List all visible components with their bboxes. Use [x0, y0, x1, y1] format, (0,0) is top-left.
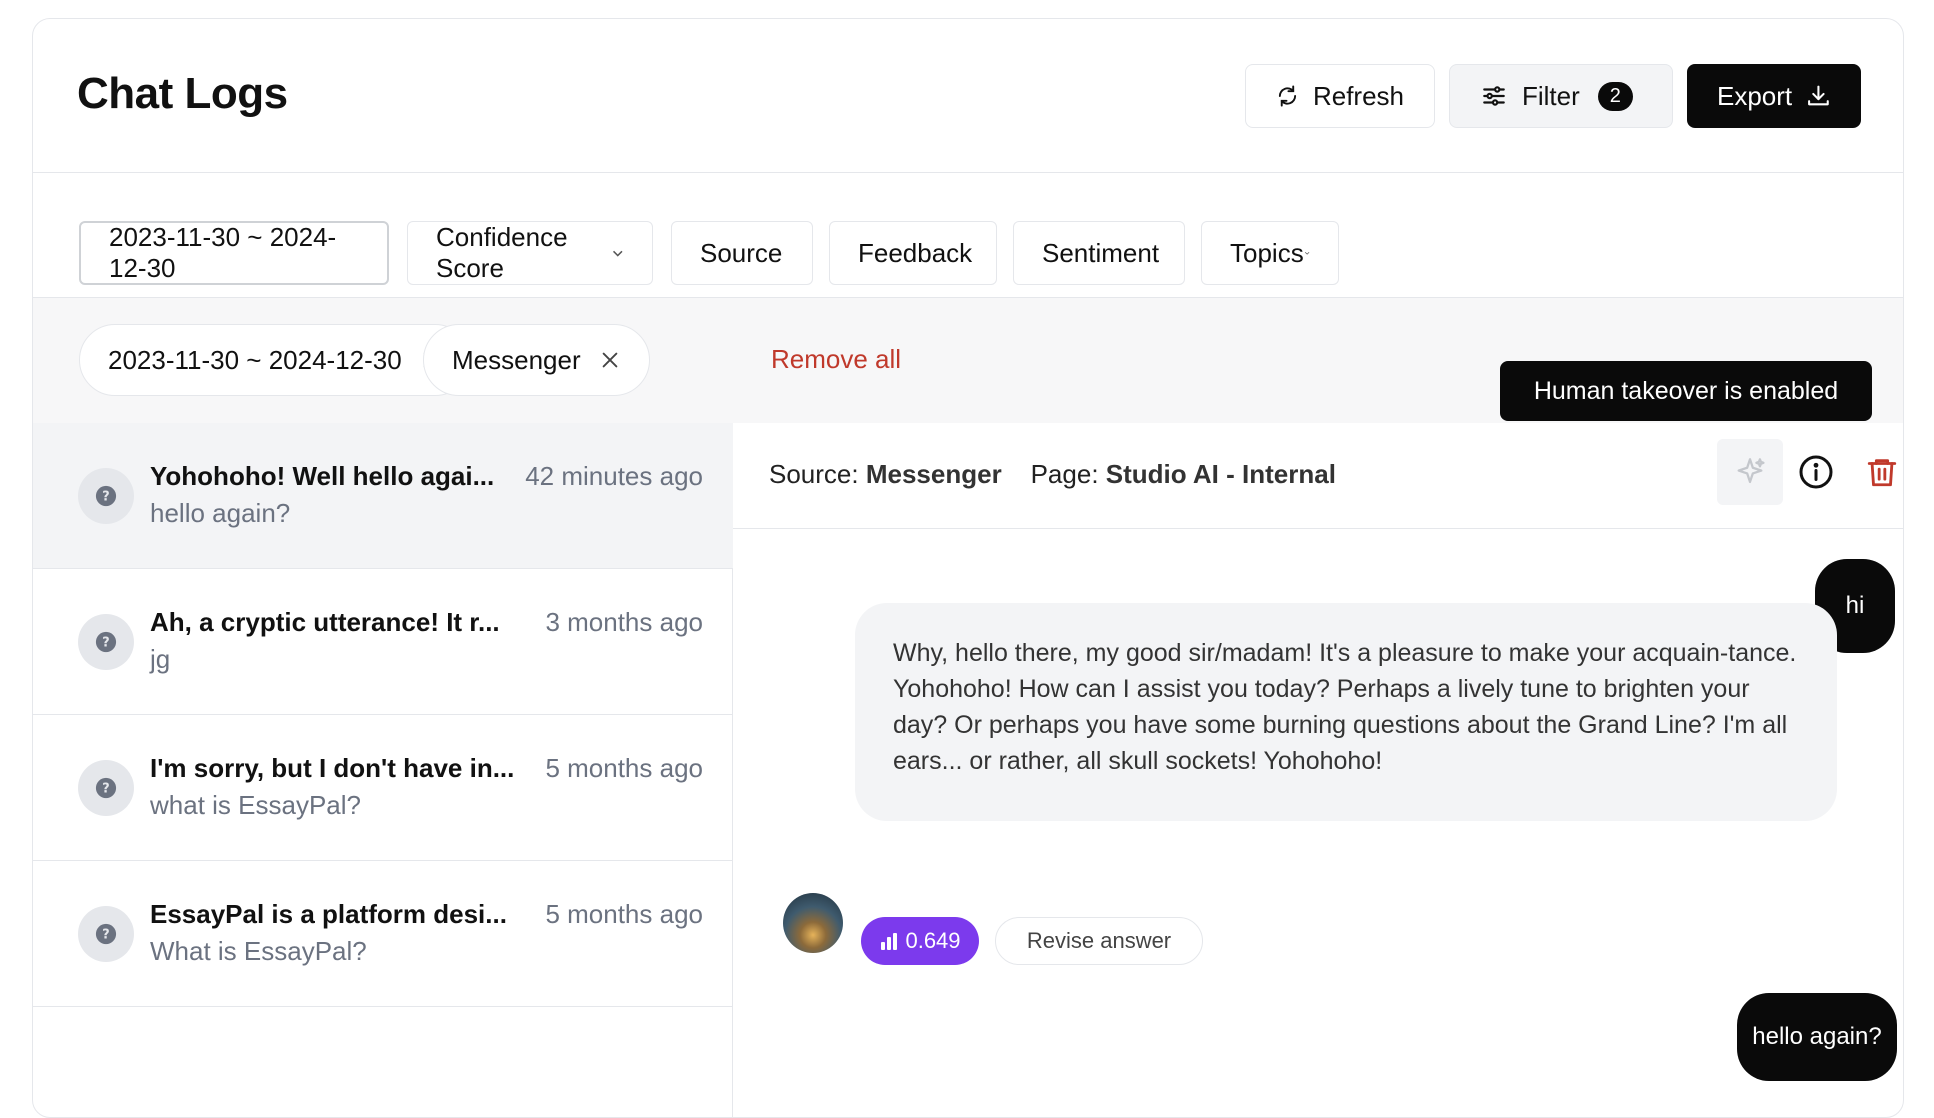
- filter-count-badge: 2: [1597, 81, 1633, 111]
- svg-text:?: ?: [102, 490, 109, 505]
- dropdown-label: Feedback: [858, 237, 973, 268]
- trash-icon: [1867, 459, 1897, 487]
- question-icon: ?: [78, 760, 134, 816]
- list-item[interactable]: ? Yohohoho! Well hello agai... 42 minute…: [33, 423, 733, 569]
- topics-dropdown[interactable]: Topics: [1201, 221, 1339, 285]
- sentiment-dropdown[interactable]: Sentiment: [1013, 221, 1185, 285]
- conversation-meta: Source: Messenger Page: Studio AI - Inte…: [769, 459, 1336, 490]
- chevron-down-icon: [612, 250, 623, 257]
- filter-button[interactable]: Filter 2: [1449, 64, 1673, 128]
- refresh-icon: [1278, 85, 1297, 107]
- feedback-dropdown[interactable]: Feedback: [829, 221, 997, 285]
- confidence-score-dropdown[interactable]: Confidence Score: [407, 221, 653, 285]
- close-icon[interactable]: [599, 349, 621, 371]
- question-icon: ?: [78, 468, 134, 524]
- page-title: Chat Logs: [77, 69, 288, 118]
- question-icon: ?: [78, 614, 134, 670]
- detail-header: Source: Messenger Page: Studio AI - Inte…: [733, 423, 1903, 529]
- page-label: Page:: [1030, 459, 1099, 489]
- human-takeover-tooltip: Human takeover is enabled: [1500, 361, 1872, 421]
- dropdown-label: Source: [700, 237, 783, 268]
- chip-label: Messenger: [452, 344, 581, 375]
- chat-logs-card: Chat Logs Refresh Filter 2 Export 2023-1…: [32, 18, 1904, 1118]
- download-icon: [1808, 85, 1829, 106]
- revise-answer-button[interactable]: Revise answer: [995, 917, 1203, 965]
- source-label: Source:: [769, 459, 859, 489]
- bar-chart-icon: [881, 933, 898, 950]
- remove-all-link[interactable]: Remove all: [771, 344, 901, 375]
- list-item[interactable]: ? I'm sorry, but I don't have in... 5 mo…: [33, 715, 733, 861]
- export-button[interactable]: Export: [1687, 64, 1861, 128]
- bot-message: Why, hello there, my good sir/madam! It'…: [855, 603, 1837, 821]
- export-label: Export: [1717, 80, 1793, 111]
- info-button[interactable]: [1783, 439, 1849, 505]
- log-title: Yohohoho! Well hello agai...: [150, 461, 495, 491]
- log-title: Ah, a cryptic utterance! It r...: [150, 607, 500, 637]
- chevron-down-icon: [782, 252, 784, 254]
- human-takeover-button[interactable]: [1717, 439, 1783, 505]
- log-preview: hello again?: [150, 498, 291, 528]
- chat-detail-panel: Source: Messenger Page: Studio AI - Inte…: [733, 423, 1903, 1117]
- filter-bar: 2023-11-30 ~ 2024-12-30 Confidence Score…: [33, 173, 1903, 298]
- date-range-input[interactable]: 2023-11-30 ~ 2024-12-30: [79, 221, 389, 285]
- filter-label: Filter: [1522, 80, 1580, 111]
- refresh-button[interactable]: Refresh: [1245, 64, 1435, 128]
- list-item[interactable]: ? EssayPal is a platform desi... 5 month…: [33, 861, 733, 1007]
- log-preview: jg: [150, 644, 171, 674]
- chevron-down-icon: [1304, 251, 1310, 255]
- filter-chip-date: 2023-11-30 ~ 2024-12-30: [79, 324, 471, 396]
- delete-button[interactable]: [1849, 439, 1903, 505]
- info-icon: [1799, 455, 1833, 489]
- log-time: 5 months ago: [545, 753, 703, 783]
- log-title: EssayPal is a platform desi...: [150, 899, 507, 929]
- page-value: Studio AI - Internal: [1105, 459, 1336, 489]
- sliders-icon: [1483, 86, 1505, 106]
- log-time: 5 months ago: [545, 899, 703, 929]
- filter-chip-source: Messenger: [423, 324, 650, 396]
- log-title: I'm sorry, but I don't have in...: [150, 753, 515, 783]
- refresh-label: Refresh: [1312, 80, 1404, 111]
- source-dropdown[interactable]: Source: [671, 221, 813, 285]
- confidence-score-badge[interactable]: 0.649: [861, 917, 979, 965]
- page-header: Chat Logs Refresh Filter 2 Export: [33, 19, 1903, 173]
- log-preview: What is EssayPal?: [150, 936, 367, 966]
- sparkle-icon: [1737, 458, 1765, 484]
- chip-label: 2023-11-30 ~ 2024-12-30: [108, 344, 402, 375]
- dropdown-label: Confidence Score: [436, 222, 568, 283]
- dropdown-label: Topics: [1230, 237, 1304, 268]
- chat-log-list: ? Yohohoho! Well hello agai... 42 minute…: [33, 423, 733, 1117]
- svg-text:?: ?: [102, 928, 109, 943]
- dropdown-label: Sentiment: [1042, 237, 1160, 268]
- source-value: Messenger: [865, 459, 1002, 489]
- list-item[interactable]: ? Ah, a cryptic utterance! It r... 3 mon…: [33, 569, 733, 715]
- question-icon: ?: [78, 906, 134, 962]
- date-range-value: 2023-11-30 ~ 2024-12-30: [109, 222, 337, 283]
- svg-text:?: ?: [102, 782, 109, 797]
- log-time: 42 minutes ago: [525, 461, 703, 491]
- bot-avatar: [783, 893, 843, 953]
- svg-text:?: ?: [102, 636, 109, 651]
- user-message: hello again?: [1737, 993, 1897, 1081]
- log-preview: what is EssayPal?: [150, 790, 361, 820]
- score-value: 0.649: [905, 928, 961, 953]
- log-time: 3 months ago: [545, 607, 703, 637]
